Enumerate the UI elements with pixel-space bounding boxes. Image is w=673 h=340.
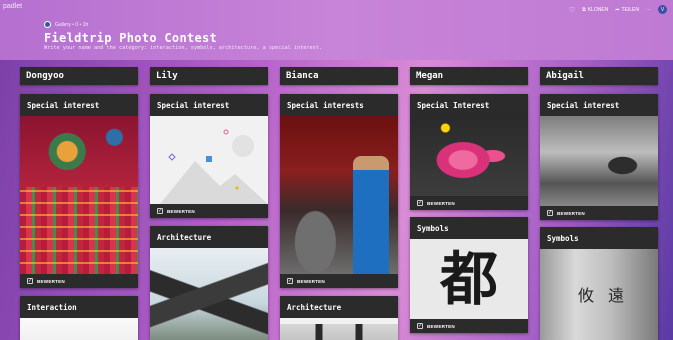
rate-button[interactable]: ✓ BEWERTEN (20, 274, 138, 288)
column-header[interactable]: Abigail (540, 67, 658, 85)
post-title: Architecture (157, 232, 212, 242)
user-avatar[interactable]: V (658, 5, 667, 14)
checkbox-icon: ✓ (417, 200, 423, 206)
checkbox-icon: ✓ (417, 323, 423, 329)
checkbox-icon: ✓ (157, 208, 163, 214)
column-bianca: Bianca (280, 67, 398, 85)
post-image-placeholder[interactable] (150, 116, 268, 204)
post-image-calligraphy[interactable]: 都 (410, 239, 528, 319)
calligraphy-character: 都 (439, 245, 498, 313)
more-menu-button[interactable]: ··· (646, 7, 651, 13)
image-placeholder-icon (160, 129, 268, 204)
board-meta-text: Gallery • 0 • 1h (55, 21, 89, 28)
post-image-market[interactable] (540, 116, 658, 206)
checkbox-icon: ✓ (287, 278, 293, 284)
top-actions: ♡ ⧉ KLONEN ➦ TEILEN ··· V (569, 5, 667, 14)
post-card[interactable]: Special interest ✓ BEWERTEN (20, 94, 138, 288)
rate-button[interactable]: ✓ BEWERTEN (150, 204, 268, 218)
post-title: Special Interest (417, 100, 490, 110)
rate-button[interactable]: ✓ BEWERTEN (410, 319, 528, 333)
rate-button[interactable]: ✓ BEWERTEN (280, 274, 398, 288)
post-card[interactable]: Special interest ✓ BEWERTEN (540, 94, 658, 220)
post-card[interactable]: Symbols 攸 遠 (540, 227, 658, 340)
author-avatar[interactable] (44, 21, 51, 28)
rate-button[interactable]: ✓ BEWERTEN (540, 206, 658, 220)
post-image-roof[interactable] (150, 248, 268, 340)
post-title: Special interest (547, 100, 620, 110)
post-card[interactable]: Special interest ✓ BEWERTEN (150, 94, 268, 218)
post-image[interactable] (20, 318, 138, 340)
post-title: Special interest (27, 100, 100, 110)
post-image-stone-inscription[interactable]: 攸 遠 (540, 249, 658, 340)
column-header[interactable]: Dongyoo (20, 67, 138, 85)
share-icon: ➦ (615, 6, 620, 13)
post-title: Symbols (417, 223, 449, 233)
stone-character: 攸 (575, 286, 594, 303)
board-header: padlet Gallery • 0 • 1h Fieldtrip Photo … (0, 0, 673, 60)
checkbox-icon: ✓ (27, 278, 33, 284)
column-abigail: Abigail (540, 67, 658, 85)
post-title: Special interest (157, 100, 230, 110)
board-description: Write your name and the category: intera… (44, 45, 322, 51)
board-title: Fieldtrip Photo Contest (44, 31, 218, 45)
post-card[interactable]: Special Interest ✓ BEWERTEN (410, 94, 528, 210)
post-card[interactable]: Special interests ✓ BEWERTEN (280, 94, 398, 288)
post-title: Symbols (547, 233, 579, 243)
checkbox-icon: ✓ (547, 210, 553, 216)
column-megan: Megan (410, 67, 528, 85)
post-title: Interaction (27, 302, 77, 312)
heart-icon[interactable]: ♡ (569, 6, 575, 14)
share-button[interactable]: ➦ TEILEN (615, 7, 639, 13)
column-header[interactable]: Bianca (280, 67, 398, 85)
padlet-logo[interactable]: padlet (3, 3, 22, 10)
post-image-temple[interactable] (280, 116, 398, 274)
column-dongyoo: Dongyoo (20, 67, 138, 85)
post-card[interactable]: Architecture (280, 296, 398, 340)
post-title: Special interests (287, 100, 364, 110)
board-meta: Gallery • 0 • 1h (44, 21, 88, 28)
post-image-textile[interactable] (20, 116, 138, 274)
post-image-lily[interactable] (410, 116, 528, 196)
remix-button[interactable]: ⧉ KLONEN (582, 7, 608, 13)
post-title: Architecture (287, 302, 342, 312)
post-card[interactable]: Architecture (150, 226, 268, 340)
column-lily: Lily (150, 67, 268, 85)
copy-icon: ⧉ (582, 6, 586, 13)
post-image-gate[interactable] (280, 318, 398, 340)
rate-button[interactable]: ✓ BEWERTEN (410, 196, 528, 210)
post-card[interactable]: Interaction (20, 296, 138, 340)
column-header[interactable]: Lily (150, 67, 268, 85)
post-card[interactable]: Symbols 都 ✓ BEWERTEN (410, 217, 528, 333)
stone-character: 遠 (605, 286, 624, 303)
column-header[interactable]: Megan (410, 67, 528, 85)
